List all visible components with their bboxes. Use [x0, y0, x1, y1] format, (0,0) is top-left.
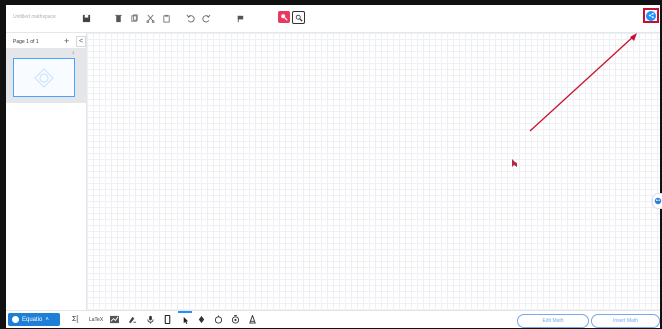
- save-icon[interactable]: [80, 12, 92, 24]
- thumbnail-shape-icon: [34, 67, 54, 88]
- share-icon: [646, 10, 656, 21]
- outline-tool-icon[interactable]: [292, 11, 305, 24]
- collapse-sidebar-button[interactable]: <: [76, 36, 86, 47]
- flag-icon[interactable]: [234, 12, 246, 24]
- pointer-icon[interactable]: [178, 311, 192, 327]
- handwriting-icon[interactable]: [128, 314, 137, 325]
- chevron-up-icon: ˄: [45, 316, 49, 323]
- equation-editor-button[interactable]: Σ[: [72, 314, 78, 325]
- thumbnail-number: 1: [72, 50, 75, 55]
- redo-icon[interactable]: [200, 12, 212, 24]
- share-button[interactable]: [643, 8, 659, 23]
- cut-icon[interactable]: [144, 12, 156, 24]
- page-thumbnail-item[interactable]: 1: [6, 48, 86, 103]
- math-canvas[interactable]: [87, 33, 660, 310]
- edit-math-button[interactable]: Edit Math: [517, 314, 589, 328]
- latex-editor-button[interactable]: LaTeX: [89, 314, 103, 325]
- protractor-icon[interactable]: [248, 314, 257, 325]
- copy-icon[interactable]: [128, 12, 140, 24]
- top-toolbar: Untitled mathspace: [6, 5, 660, 33]
- insert-math-button[interactable]: Insert Math: [591, 314, 660, 328]
- spinner-icon[interactable]: [231, 314, 240, 325]
- page-thumbnail[interactable]: [13, 58, 75, 97]
- microphone-icon[interactable]: [146, 314, 155, 325]
- shape-icon[interactable]: [214, 314, 223, 325]
- add-page-button[interactable]: +: [64, 36, 69, 46]
- undo-icon[interactable]: [184, 12, 196, 24]
- page-count-label: Page 1 of 1: [13, 39, 39, 45]
- delete-icon[interactable]: [112, 12, 124, 24]
- pen-icon[interactable]: [197, 314, 206, 325]
- equatio-label: Equatio: [22, 316, 43, 323]
- palette-icon: [654, 197, 662, 205]
- pink-tool-icon[interactable]: [278, 11, 290, 23]
- equatio-menu-button[interactable]: Equatio ˄: [8, 313, 60, 326]
- bottom-toolbar: Equatio ˄ Σ[ LaTeX Edit Math Insert Math: [6, 310, 660, 328]
- equatio-logo-icon: [12, 316, 19, 323]
- graph-icon[interactable]: [110, 314, 119, 325]
- paste-icon[interactable]: [160, 12, 172, 24]
- floating-tool-button[interactable]: [652, 193, 662, 209]
- pages-sidebar: Page 1 of 1 + < 1: [6, 33, 87, 310]
- workspace-title[interactable]: Untitled mathspace: [13, 14, 56, 20]
- phone-icon[interactable]: [163, 314, 172, 325]
